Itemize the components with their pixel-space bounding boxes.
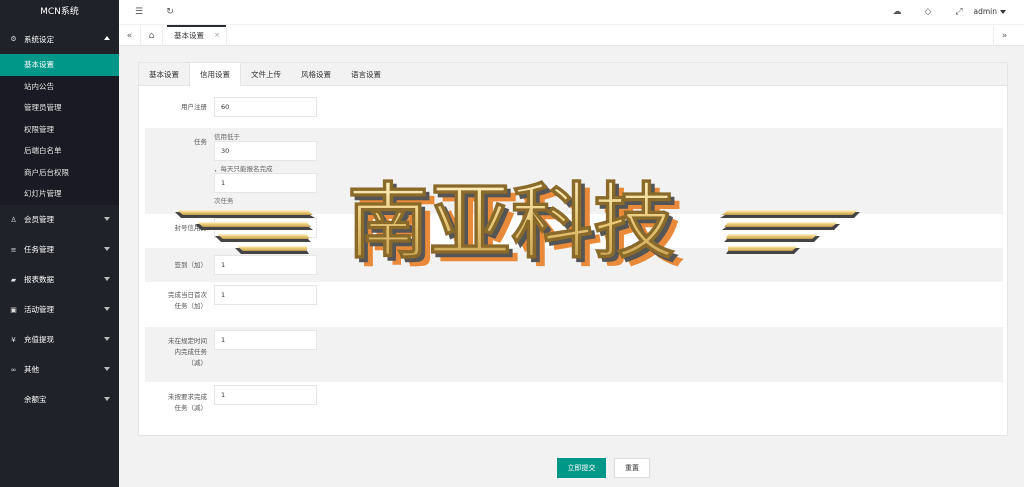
refresh-icon[interactable]: ↻	[165, 7, 175, 17]
register-input[interactable]: 60	[214, 97, 317, 117]
gear-icon: ⚙	[10, 35, 17, 43]
close-icon[interactable]: ×	[214, 31, 220, 39]
overdue-label-line3: （减）	[187, 359, 208, 367]
nav-group-label: 会员管理	[24, 215, 54, 224]
nav-group-reports[interactable]: ▰ 报表数据	[0, 265, 119, 295]
tag-icon[interactable]: ◇	[923, 7, 933, 17]
first-task-input[interactable]: 1	[214, 285, 317, 305]
chevron-down-icon	[104, 216, 110, 221]
nav-group-activities[interactable]: ▣ 活动管理	[0, 295, 119, 325]
fullscreen-icon[interactable]: ⤢	[954, 7, 964, 17]
tabs-prev-icon[interactable]: «	[119, 25, 141, 46]
chevron-down-icon	[104, 276, 110, 281]
chevron-down-icon	[1000, 10, 1006, 14]
chevron-down-icon	[104, 306, 110, 311]
form-row-first-task: 完成当日首次 任务（加） 1	[145, 285, 1003, 325]
nav-group-other[interactable]: ∞ 其他	[0, 355, 119, 385]
tab-basic-settings[interactable]: 基本设置 ×	[167, 25, 227, 46]
submit-button[interactable]: 立即提交	[557, 458, 606, 478]
list-icon: ≡	[10, 245, 17, 254]
sidebar-item-basic-settings[interactable]: 基本设置	[0, 54, 119, 76]
tabs-next-icon[interactable]: »	[993, 25, 1015, 46]
nav-group-recharge[interactable]: ¥ 充值提现	[0, 325, 119, 355]
overdue-label-line2: 内完成任务	[174, 348, 208, 356]
sidebar-item-merchant-permissions[interactable]: 商户后台权限	[0, 162, 119, 184]
nav-group-label: 充值提现	[24, 335, 54, 344]
page-tabs-bar: « ⌂ 基本设置 × »	[119, 25, 1024, 46]
sidebar-item-slides[interactable]: 幻灯片管理	[0, 183, 119, 205]
menu-toggle-icon[interactable]: ☰	[134, 7, 144, 17]
task-hint-daily-limit: ，每天只能报名完成	[214, 165, 273, 173]
left-wing-shape	[175, 210, 315, 254]
nav-group-members[interactable]: ♙ 会员管理	[0, 205, 119, 235]
sidebar: MCN系统 ⚙ 系统设定 基本设置 站内公告 管理员管理 权限管理 后端白名单 …	[0, 0, 119, 487]
nav-group-label: 系统设定	[24, 34, 54, 44]
tab-label: 基本设置	[174, 31, 204, 40]
task-hint-credit-below: 信用低于	[214, 133, 240, 141]
theme-icon[interactable]: ☁	[892, 7, 902, 17]
chart-icon: ▰	[10, 275, 17, 284]
user-menu[interactable]: admin	[973, 7, 1006, 16]
form-row-register: 用户注册 60	[145, 95, 1003, 119]
unqualified-label-line2: 任务（减）	[174, 404, 208, 412]
yen-icon: ¥	[11, 335, 16, 344]
nav-group-label: 任务管理	[24, 245, 54, 254]
nav-group-label: 其他	[24, 365, 39, 374]
tab-style[interactable]: 风格设置	[291, 63, 341, 86]
app-logo: MCN系统	[0, 0, 119, 24]
watermark-logo: 南亚科技 南亚科技 南亚科技	[175, 178, 860, 268]
unqualified-label-line1: 未按要求完成	[168, 393, 207, 401]
tab-language[interactable]: 语言设置	[341, 63, 391, 86]
chevron-down-icon	[104, 396, 110, 401]
nav-group-yuebao[interactable]: 余额宝	[0, 385, 119, 415]
user-icon: ♙	[10, 215, 17, 224]
right-wing-shape	[720, 210, 860, 254]
settings-tabs: 基本设置 信用设置 文件上传 风格设置 语言设置	[139, 63, 1007, 86]
reset-button[interactable]: 重置	[614, 458, 650, 478]
home-icon[interactable]: ⌂	[141, 25, 163, 46]
first-task-label-line1: 完成当日首次	[168, 291, 207, 299]
first-task-label-line2: 任务（加）	[174, 302, 208, 310]
form-row-unqualified: 未按要求完成 任务（减） 1	[145, 384, 1003, 424]
blank-icon	[9, 395, 18, 404]
nav-group-label: 报表数据	[24, 275, 54, 284]
chevron-down-icon	[104, 336, 110, 341]
tab-basic[interactable]: 基本设置	[139, 63, 189, 86]
sidebar-item-permissions[interactable]: 权限管理	[0, 119, 119, 141]
tab-credit[interactable]: 信用设置	[189, 63, 241, 86]
nav-group-label: 活动管理	[24, 305, 54, 314]
chevron-down-icon	[104, 246, 110, 251]
sidebar-item-whitelist[interactable]: 后端白名单	[0, 140, 119, 162]
tab-upload[interactable]: 文件上传	[241, 63, 291, 86]
link-icon: ∞	[10, 365, 17, 374]
nav-group-system[interactable]: ⚙ 系统设定	[0, 24, 119, 54]
chevron-down-icon	[104, 366, 110, 371]
gift-icon: ▣	[10, 305, 17, 314]
sidebar-item-announcements[interactable]: 站内公告	[0, 76, 119, 98]
watermark-text: 南亚科技	[347, 178, 675, 268]
credit-threshold-input[interactable]: 30	[214, 141, 317, 161]
sidebar-item-admins[interactable]: 管理员管理	[0, 97, 119, 119]
unqualified-input[interactable]: 1	[214, 385, 317, 405]
chevron-up-icon	[104, 36, 110, 40]
user-name: admin	[973, 7, 998, 16]
system-submenu: 基本设置 站内公告 管理员管理 权限管理 后端白名单 商户后台权限 幻灯片管理	[0, 54, 119, 205]
overdue-input[interactable]: 1	[214, 330, 317, 350]
overdue-label-line1: 未在规定时间	[168, 337, 207, 345]
top-header: ☰ ↻ ☁ ◇ ⤢ admin	[119, 0, 1024, 25]
nav-group-label: 余额宝	[24, 395, 47, 404]
task-label: 任务	[194, 138, 207, 146]
nav-group-tasks[interactable]: ≡ 任务管理	[0, 235, 119, 265]
register-label: 用户注册	[181, 103, 207, 111]
form-row-overdue: 未在规定时间 内完成任务 （减） 1	[145, 327, 1003, 382]
active-tab-indicator	[167, 25, 226, 27]
